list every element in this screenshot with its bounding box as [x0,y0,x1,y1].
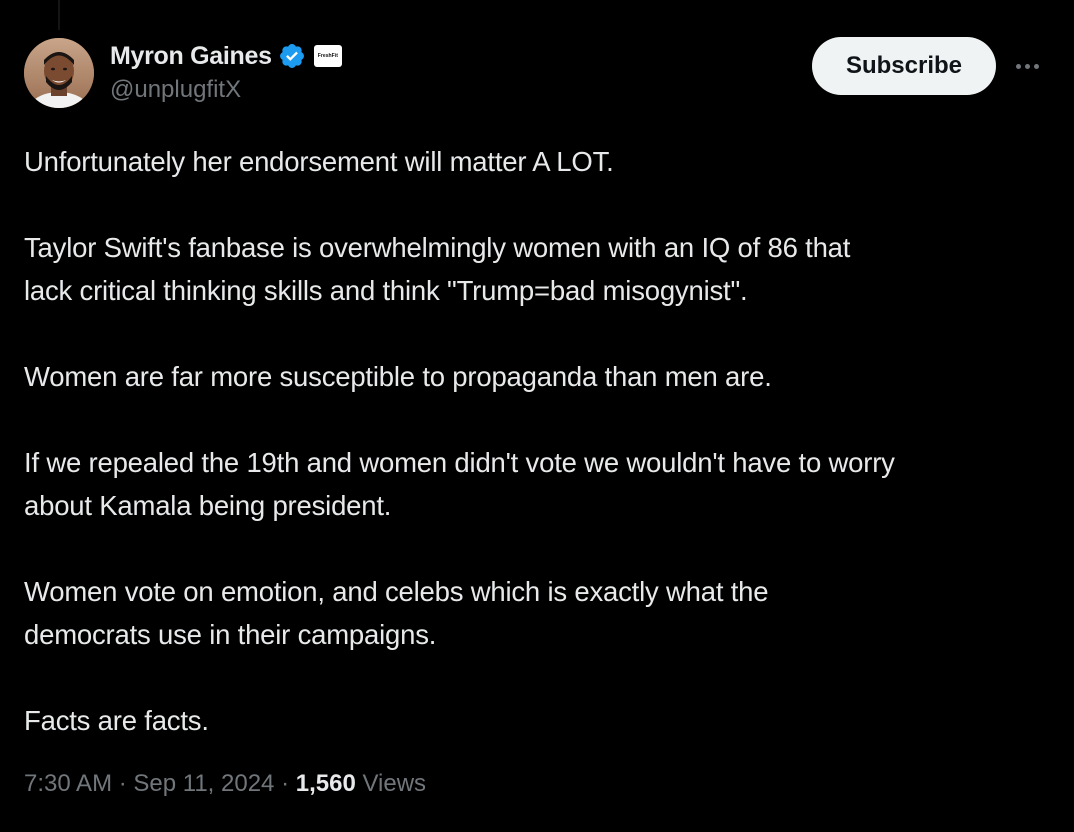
avatar[interactable] [24,38,94,108]
tweet-date[interactable]: Sep 11, 2024 [133,770,274,798]
tweet-meta: 7:30 AM · Sep 11, 2024 · 1,560 Views [24,770,426,798]
affiliate-badge-label: FreshFit [317,53,338,59]
author-display-name[interactable]: Myron Gaines [110,42,272,71]
meta-separator: · [274,770,296,797]
author-handle[interactable]: @unplugfitX [110,76,241,104]
avatar-image [24,38,94,108]
tweet-paragraph: Women are far more susceptible to propag… [24,361,772,392]
more-horizontal-icon[interactable] [1010,56,1044,76]
subscribe-button[interactable]: Subscribe [812,37,996,95]
meta-separator: · [112,770,134,797]
tweet-paragraph: Facts are facts. [24,705,209,736]
affiliate-badge[interactable]: FreshFit [313,45,342,67]
views-count: 1,560 [295,770,356,797]
tweet-time[interactable]: 7:30 AM [24,770,112,798]
tweet-text: Unfortunately her endorsement will matte… [24,140,1054,742]
tweet-paragraph: Unfortunately her endorsement will matte… [24,146,614,177]
verified-badge-icon[interactable] [278,42,306,70]
tweet-paragraph: Women vote on emotion, and celebs which … [24,576,769,650]
author-name-row: Myron Gaines FreshFit [110,40,342,72]
tweet-paragraph: If we repealed the 19th and women didn't… [24,447,895,521]
tweet-card: Myron Gaines FreshFit @unplugfitX Subscr… [0,0,1074,832]
tweet-paragraph: Taylor Swift's fanbase is overwhelmingly… [24,232,851,306]
views-label: Views [355,770,427,797]
thread-line [58,0,60,30]
